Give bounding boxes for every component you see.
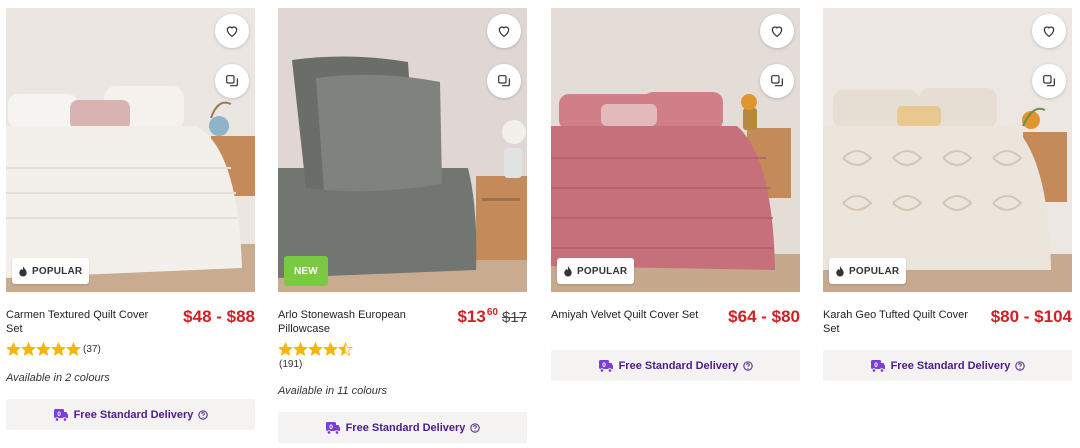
popular-badge: POPULAR xyxy=(12,258,90,284)
delivery-label: Free Standard Delivery xyxy=(890,359,1011,372)
product-card[interactable]: POPULAR Karah Geo Tufted Quilt Cover Set… xyxy=(823,8,1072,381)
product-photo xyxy=(6,8,255,292)
popular-badge: POPULAR xyxy=(557,258,635,284)
star-icon xyxy=(308,342,323,356)
wishlist-button[interactable] xyxy=(215,14,249,48)
product-name[interactable]: Carmen Textured Quilt Cover Set xyxy=(6,308,164,336)
product-price: $1360 $17 xyxy=(457,307,527,327)
flame-icon xyxy=(19,265,27,277)
product-info: Karah Geo Tufted Quilt Cover Set $80 - $… xyxy=(823,307,1072,352)
product-name[interactable]: Arlo Stonewash European Pillowcase xyxy=(278,308,436,336)
popular-badge: POPULAR xyxy=(829,258,907,284)
heart-icon xyxy=(771,26,783,38)
svg-text:0: 0 xyxy=(874,362,878,369)
price-cents: 60 xyxy=(486,307,498,318)
star-icon xyxy=(66,342,81,356)
truck-icon: 0 xyxy=(53,408,68,422)
svg-text:0: 0 xyxy=(602,362,606,369)
svg-text:0: 0 xyxy=(57,411,61,418)
product-photo xyxy=(823,8,1072,292)
product-image[interactable]: POPULAR xyxy=(551,8,800,292)
star-icon xyxy=(338,342,353,356)
truck-icon: 0 xyxy=(870,359,885,373)
star-rating xyxy=(6,342,81,357)
product-card[interactable]: POPULAR Amiyah Velvet Quilt Cover Set $6… xyxy=(551,8,800,381)
free-delivery-banner[interactable]: 0 Free Standard Delivery xyxy=(6,399,255,430)
new-badge: NEW xyxy=(284,256,328,286)
compare-icon xyxy=(1043,75,1055,87)
delivery-label: Free Standard Delivery xyxy=(618,359,739,372)
compare-button[interactable] xyxy=(760,64,794,98)
compare-button[interactable] xyxy=(487,64,521,98)
compare-icon xyxy=(498,75,510,87)
review-count: (191) xyxy=(279,359,303,370)
product-info: Arlo Stonewash European Pillowcase $1360… xyxy=(278,307,527,370)
heart-icon xyxy=(226,26,238,38)
compare-icon xyxy=(771,75,783,87)
product-image[interactable]: POPULAR xyxy=(6,8,255,292)
product-price: $64 - $80 xyxy=(728,307,800,326)
colour-availability: Available in 11 colours xyxy=(278,385,388,397)
product-photo xyxy=(551,8,800,292)
star-icon xyxy=(36,342,51,356)
badge-label: POPULAR xyxy=(849,265,900,277)
help-icon[interactable] xyxy=(1015,360,1026,371)
product-rating[interactable]: (37) xyxy=(6,342,101,357)
star-icon xyxy=(21,342,36,356)
product-card[interactable]: POPULAR Carmen Textured Quilt Cover Set … xyxy=(6,8,255,430)
wishlist-button[interactable] xyxy=(1032,14,1066,48)
heart-icon xyxy=(1043,26,1055,38)
badge-label: POPULAR xyxy=(32,265,83,277)
delivery-label: Free Standard Delivery xyxy=(73,408,194,421)
star-icon xyxy=(51,342,66,356)
review-count: (37) xyxy=(83,344,101,355)
price-was: $17 xyxy=(501,309,527,326)
product-photo xyxy=(278,8,527,292)
truck-icon: 0 xyxy=(325,421,340,435)
help-icon[interactable] xyxy=(470,422,481,433)
product-price: $80 - $104 xyxy=(990,307,1072,326)
heart-icon xyxy=(498,26,510,38)
wishlist-button[interactable] xyxy=(760,14,794,48)
badge-label: NEW xyxy=(294,265,318,277)
truck-icon: 0 xyxy=(598,359,613,373)
product-rating[interactable]: (191) xyxy=(278,342,353,370)
star-icon xyxy=(323,342,338,356)
badge-label: POPULAR xyxy=(577,265,628,277)
compare-icon xyxy=(226,75,238,87)
product-name[interactable]: Karah Geo Tufted Quilt Cover Set xyxy=(823,308,981,336)
flame-icon xyxy=(836,265,844,277)
product-info: Amiyah Velvet Quilt Cover Set $64 - $80 xyxy=(551,307,800,352)
product-card[interactable]: NEW Arlo Stonewash European Pillowcase $… xyxy=(278,8,527,443)
compare-button[interactable] xyxy=(215,64,249,98)
colour-availability: Available in 2 colours xyxy=(6,372,110,384)
product-info: Carmen Textured Quilt Cover Set $48 - $8… xyxy=(6,307,255,356)
svg-text:0: 0 xyxy=(329,424,333,431)
delivery-label: Free Standard Delivery xyxy=(345,421,466,434)
product-name[interactable]: Amiyah Velvet Quilt Cover Set xyxy=(551,308,709,322)
price-whole: $13 xyxy=(457,307,486,326)
flame-icon xyxy=(564,265,572,277)
star-icon xyxy=(278,342,293,356)
help-icon[interactable] xyxy=(743,360,754,371)
star-rating xyxy=(278,342,353,357)
wishlist-button[interactable] xyxy=(487,14,521,48)
product-price: $48 - $88 xyxy=(183,307,255,326)
free-delivery-banner[interactable]: 0 Free Standard Delivery xyxy=(278,412,527,443)
compare-button[interactable] xyxy=(1032,64,1066,98)
help-icon[interactable] xyxy=(198,409,209,420)
star-icon xyxy=(293,342,308,356)
star-icon xyxy=(6,342,21,356)
free-delivery-banner[interactable]: 0 Free Standard Delivery xyxy=(551,350,800,381)
product-image[interactable]: POPULAR xyxy=(823,8,1072,292)
free-delivery-banner[interactable]: 0 Free Standard Delivery xyxy=(823,350,1072,381)
product-image[interactable]: NEW xyxy=(278,8,527,292)
